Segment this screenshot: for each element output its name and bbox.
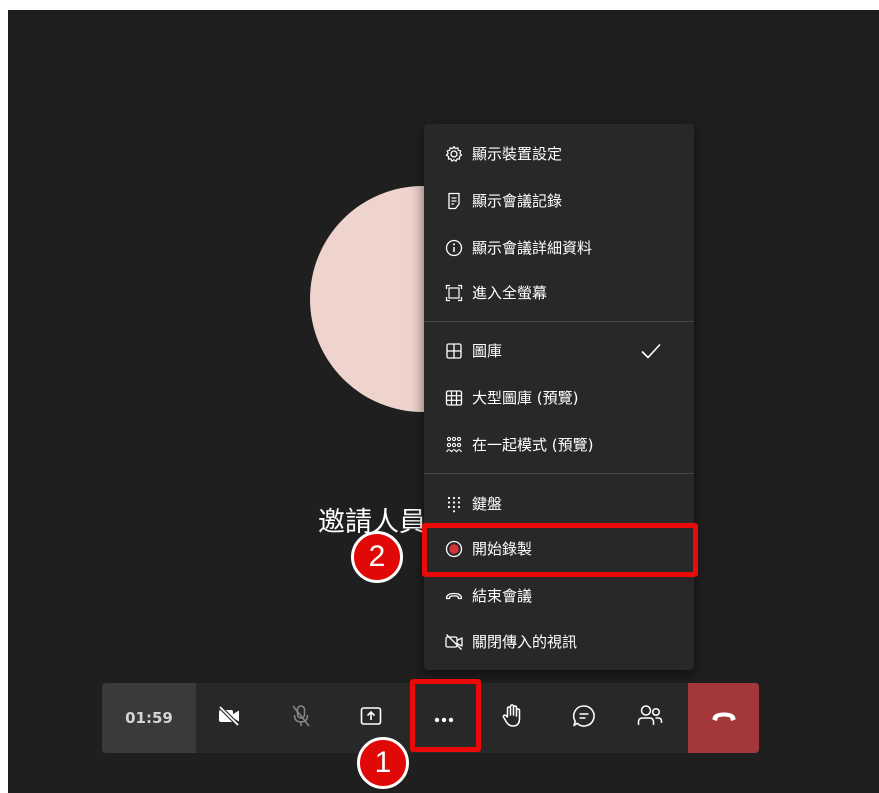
menu-item-meeting-notes[interactable]: 顯示會議記錄 bbox=[424, 181, 694, 221]
chat-icon bbox=[571, 703, 597, 733]
highlight-start-recording bbox=[422, 523, 698, 577]
menu-item-device-settings[interactable]: 顯示裝置設定 bbox=[424, 134, 694, 174]
participants-icon bbox=[636, 703, 664, 733]
menu-item-large-gallery[interactable]: 大型圖庫 (預覽) bbox=[424, 378, 694, 418]
step-badge-2: 2 bbox=[351, 531, 403, 583]
more-options-menu: 顯示裝置設定 顯示會議記錄 顯示會議詳細資料 進入全螢幕 圖庫 大型圖庫 (預覽… bbox=[424, 124, 694, 670]
participants-button[interactable] bbox=[621, 683, 679, 753]
chat-button[interactable] bbox=[555, 683, 613, 753]
raise-hand-icon bbox=[501, 703, 523, 733]
info-icon bbox=[444, 238, 464, 258]
menu-item-turn-off-incoming-video[interactable]: 關閉傳入的視訊 bbox=[424, 622, 694, 662]
menu-item-label: 顯示會議記錄 bbox=[472, 192, 563, 210]
notes-icon bbox=[444, 191, 464, 211]
keypad-icon bbox=[444, 494, 464, 514]
hang-up-icon bbox=[711, 709, 737, 728]
together-mode-icon bbox=[444, 435, 464, 455]
step-badge-1: 1 bbox=[357, 737, 409, 789]
menu-item-label: 顯示裝置設定 bbox=[472, 145, 563, 163]
call-timer: 01:59 bbox=[102, 683, 196, 753]
gear-icon bbox=[444, 144, 464, 164]
share-screen-icon bbox=[359, 705, 383, 731]
menu-item-label: 結束會議 bbox=[472, 587, 533, 605]
raise-hand-button[interactable] bbox=[483, 683, 541, 753]
menu-item-label: 鍵盤 bbox=[472, 495, 503, 513]
hang-up-button[interactable] bbox=[688, 683, 759, 753]
mic-off-icon bbox=[290, 704, 312, 732]
menu-item-label: 在一起模式 (預覽) bbox=[472, 436, 594, 454]
menu-item-label: 顯示會議詳細資料 bbox=[472, 239, 593, 257]
highlight-more-options bbox=[410, 679, 481, 752]
menu-item-full-screen[interactable]: 進入全螢幕 bbox=[424, 273, 694, 313]
menu-item-together-mode[interactable]: 在一起模式 (預覽) bbox=[424, 425, 694, 465]
camera-off-icon bbox=[217, 705, 241, 731]
checkmark-icon bbox=[640, 341, 662, 361]
menu-divider bbox=[424, 473, 694, 474]
fullscreen-icon bbox=[444, 283, 464, 303]
video-off-icon bbox=[444, 632, 464, 652]
menu-item-end-meeting[interactable]: 結束會議 bbox=[424, 576, 694, 616]
end-meeting-icon bbox=[444, 586, 464, 606]
menu-item-label: 圖庫 bbox=[472, 342, 503, 360]
menu-item-gallery[interactable]: 圖庫 bbox=[424, 331, 694, 371]
menu-divider bbox=[424, 321, 694, 322]
menu-item-label: 進入全螢幕 bbox=[472, 284, 548, 302]
camera-toggle-button[interactable] bbox=[200, 683, 258, 753]
menu-item-meeting-details[interactable]: 顯示會議詳細資料 bbox=[424, 228, 694, 268]
mic-toggle-button[interactable] bbox=[272, 683, 330, 753]
large-gallery-icon bbox=[444, 388, 464, 408]
menu-item-label: 關閉傳入的視訊 bbox=[472, 633, 578, 651]
gallery-icon bbox=[444, 341, 464, 361]
menu-item-label: 大型圖庫 (預覽) bbox=[472, 389, 579, 407]
menu-item-keypad[interactable]: 鍵盤 bbox=[424, 484, 694, 524]
